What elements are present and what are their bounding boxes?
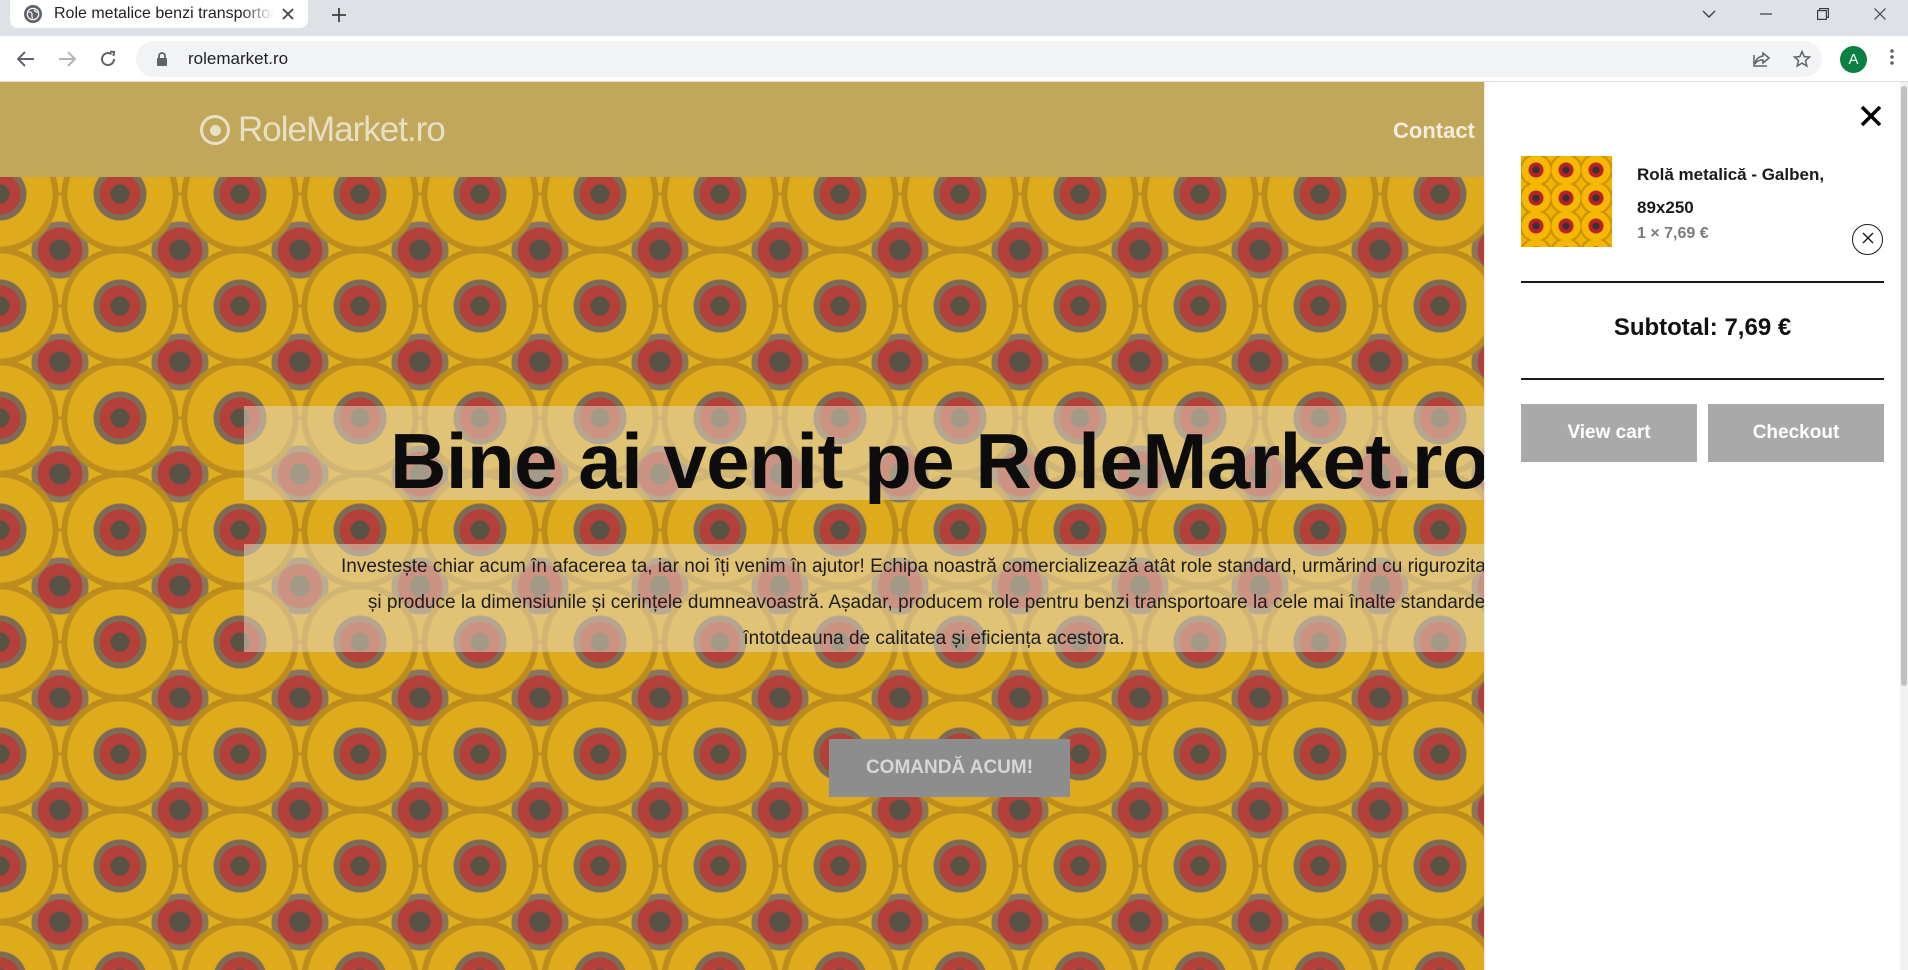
close-icon[interactable] xyxy=(278,4,298,24)
new-tab-button[interactable] xyxy=(326,2,352,28)
chevron-down-icon xyxy=(1702,9,1716,19)
divider xyxy=(1521,281,1884,283)
share-icon xyxy=(1753,51,1771,67)
close-icon xyxy=(1862,231,1874,249)
page-title: Bine ai venit pe RoleMarket.ro xyxy=(390,417,1489,505)
view-cart-button[interactable]: View cart xyxy=(1521,404,1697,462)
remove-item-button[interactable] xyxy=(1852,224,1883,255)
intro-line: întotdeauna de calitatea și eficiența ac… xyxy=(743,628,1125,649)
window-controls xyxy=(1680,0,1908,28)
divider xyxy=(1521,378,1884,380)
intro-line: Investește chiar acum în afacerea ta, ia… xyxy=(341,556,1527,577)
star-icon xyxy=(1793,50,1811,68)
minimize-icon xyxy=(1759,13,1772,15)
cart-item-quantity-price: 1 × 7,69 € xyxy=(1637,225,1709,242)
site-header: RoleMarket.ro Contact xyxy=(0,82,1484,177)
back-icon xyxy=(17,51,35,67)
forward-button[interactable] xyxy=(53,45,81,73)
cart-item-thumbnail[interactable] xyxy=(1521,156,1612,247)
window-close-icon xyxy=(1873,8,1886,20)
cart-drawer: Rolă metalică - Galben, 89x250 1 × 7,69 … xyxy=(1484,82,1908,970)
share-button[interactable] xyxy=(1748,45,1776,73)
minimize-button[interactable] xyxy=(1737,0,1794,28)
cart-subtotal: Subtotal: 7,69 € xyxy=(1613,314,1792,341)
lock-icon xyxy=(154,51,170,67)
restore-icon xyxy=(1816,8,1829,20)
restore-button[interactable] xyxy=(1794,0,1851,28)
forward-icon xyxy=(58,51,76,67)
site-logo[interactable]: RoleMarket.ro xyxy=(200,110,446,150)
close-icon xyxy=(1860,105,1882,132)
browser-menu-button[interactable] xyxy=(1880,45,1904,73)
tab-strip: Role metalice benzi transportoare xyxy=(0,0,1908,36)
intro-line: și produce la dimensiunile și cerințele … xyxy=(367,592,1501,613)
plus-icon xyxy=(331,7,347,23)
drawer-close-button[interactable] xyxy=(1857,104,1885,132)
globe-icon xyxy=(24,5,42,23)
kebab-menu-icon xyxy=(1890,48,1894,70)
address-bar[interactable]: rolemarket.ro xyxy=(136,41,1822,77)
nav-link-contact[interactable]: Contact xyxy=(1393,118,1475,144)
reload-icon xyxy=(99,50,117,68)
browser-toolbar: rolemarket.ro A xyxy=(0,36,1908,82)
checkout-button[interactable]: Checkout xyxy=(1708,404,1884,462)
url-text: rolemarket.ro xyxy=(188,49,289,68)
bookmark-button[interactable] xyxy=(1788,45,1816,73)
page-scrollbar[interactable] xyxy=(1900,82,1908,970)
tab-search-button[interactable] xyxy=(1680,0,1737,28)
page-viewport: RoleMarket.ro Contact Bine ai venit pe R… xyxy=(0,82,1908,970)
browser-tab[interactable]: Role metalice benzi transportoare xyxy=(10,0,308,28)
intro-text: Investește chiar acum în afacerea ta, ia… xyxy=(244,549,1624,657)
window-close-button[interactable] xyxy=(1851,0,1908,28)
scrollbar-thumb[interactable] xyxy=(1901,86,1907,686)
tab-title: Role metalice benzi transportoare xyxy=(54,5,274,22)
page-dim-overlay[interactable] xyxy=(0,82,1484,970)
order-now-button[interactable]: COMANDĂ ACUM! xyxy=(829,739,1070,797)
profile-avatar[interactable]: A xyxy=(1840,46,1867,73)
reload-button[interactable] xyxy=(94,45,122,73)
logo-circle-icon xyxy=(200,115,230,145)
cart-item-name[interactable]: Rolă metalică - Galben, 89x250 xyxy=(1637,158,1857,224)
logo-text: RoleMarket.ro xyxy=(238,110,446,149)
back-button[interactable] xyxy=(12,45,40,73)
